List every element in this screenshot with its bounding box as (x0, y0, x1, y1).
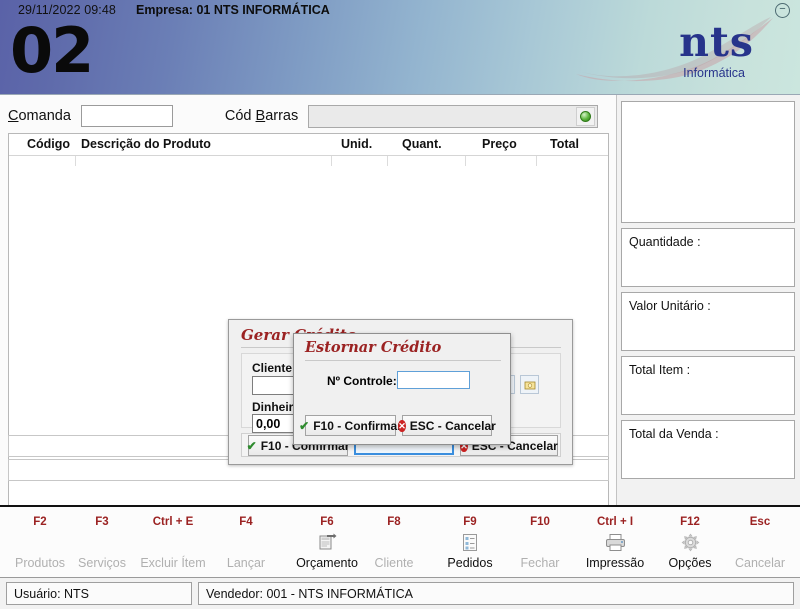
col-codigo: Código (27, 137, 71, 151)
fkey-cancelar-label: Cancelar (734, 556, 786, 570)
estornar-confirm-button[interactable]: ✔ F10 - Confirmar (299, 415, 402, 436)
items-grid-header: Código Descrição do Produto Unid. Quant.… (9, 134, 608, 156)
function-key-bar: F2 Produtos F3 Serviços Ctrl + E Excluir… (0, 505, 800, 578)
green-dot-glyph (580, 110, 592, 122)
quantidade-panel: Quantidade : (621, 228, 795, 287)
status-vendor: Vendedor: 001 - NTS INFORMÁTICA (198, 582, 794, 605)
printer-glyph (605, 533, 625, 551)
total-venda-panel: Total da Venda : (621, 420, 795, 479)
item-description-panel (621, 101, 795, 223)
quantidade-label: Quantidade : (629, 235, 701, 249)
fkey-cliente-label: Cliente (374, 556, 414, 570)
fkey-cancelar[interactable]: Esc Cancelar (722, 507, 798, 580)
fkey-lancar-key: F4 (239, 516, 253, 528)
printer-icon (573, 531, 657, 553)
col-quant: Quant. (402, 137, 442, 151)
barras-accel: B (255, 108, 266, 124)
fkey-excluir-item-icon (128, 531, 218, 553)
fkey-opcoes-key: F12 (680, 516, 700, 528)
document-out-glyph (319, 533, 336, 549)
status-user: Usuário: NTS (6, 582, 192, 605)
col-total: Total (550, 137, 579, 151)
status-bar: Usuário: NTS Vendedor: 001 - NTS INFORMÁ… (0, 578, 800, 609)
fkey-pedidos[interactable]: F9 Pedidos (432, 507, 508, 580)
main-area: Comanda Cód Barras Código Descrição do P… (0, 95, 800, 533)
gear-icon (652, 531, 728, 553)
grid-sep (465, 156, 466, 166)
estornar-confirm-label: F10 - Confirmar (313, 418, 402, 433)
total-venda-label: Total da Venda : (629, 427, 719, 441)
fkey-fechar[interactable]: F10 Fechar (502, 507, 578, 580)
terminal-number: 02 (10, 14, 94, 87)
cod-barras-label: Cód Barras (225, 108, 298, 124)
gear-glyph (681, 533, 699, 551)
fkey-impressao[interactable]: Ctrl + I Impressão (573, 507, 657, 580)
fkey-excluir-item[interactable]: Ctrl + E Excluir Ítem (128, 507, 218, 580)
estornar-cancel-button[interactable]: ✕ ESC - Cancelar (398, 415, 496, 436)
valor-unitario-label: Valor Unitário : (629, 299, 711, 313)
fkey-cancelar-icon (722, 531, 798, 553)
fkey-opcoes[interactable]: F12 Opções (652, 507, 728, 580)
logo-wordmark: nts (679, 18, 754, 66)
comanda-input[interactable] (80, 105, 173, 127)
list-glyph (462, 533, 477, 551)
num-controle-input[interactable] (397, 371, 470, 389)
total-item-label: Total Item : (629, 363, 691, 377)
comanda-label-rest: omanda (18, 108, 71, 124)
fkey-excluir-item-key: Ctrl + E (152, 516, 194, 528)
cod-barras-field[interactable] (308, 104, 599, 128)
grid-sep (387, 156, 388, 166)
list-icon (432, 531, 508, 553)
fkey-lancar[interactable]: F4 Lançar (208, 507, 284, 580)
barras-label-pre: Cód (224, 108, 256, 124)
check-icon: ✔ (246, 438, 257, 453)
fkey-cliente-key: F8 (387, 516, 401, 528)
comanda-accel: C (8, 108, 19, 124)
total-item-panel: Total Item : (621, 356, 795, 415)
totals-sidebar: Quantidade : Valor Unitário : Total Item… (617, 95, 800, 505)
fkey-excluir-item-label: Excluir Ítem (140, 556, 206, 570)
fkey-lancar-label: Lançar (226, 556, 266, 570)
comanda-label: Comanda (8, 108, 71, 124)
money-glyph (524, 381, 535, 389)
grid-sep (75, 156, 76, 166)
logo-subtext: Informática (683, 66, 745, 80)
fkey-fechar-icon (502, 531, 578, 553)
fkey-pedidos-key: F9 (463, 516, 477, 528)
grid-sep (536, 156, 537, 166)
cod-barras-input[interactable] (309, 105, 577, 127)
valor-unitario-panel: Valor Unitário : (621, 292, 795, 351)
minimize-glyph: − (779, 2, 786, 15)
fkey-impressao-key: Ctrl + I (596, 516, 634, 528)
col-descricao: Descrição do Produto (81, 137, 211, 151)
estornar-cancel-label: ESC - Cancelar (409, 418, 496, 433)
error-circle-icon: ✕ (398, 419, 406, 432)
barras-label-rest: arras (265, 108, 299, 124)
fkey-cliente[interactable]: F8 Cliente (356, 507, 432, 580)
check-icon: ✔ (299, 418, 310, 433)
fkey-opcoes-label: Opções (668, 556, 712, 570)
estornar-credito-dialog[interactable]: Estornar Crédito Nº Controle: ✔ F10 - Co… (293, 333, 511, 445)
cliente-label: Cliente (252, 361, 293, 375)
money-icon[interactable] (520, 375, 539, 394)
fkey-pedidos-label: Pedidos (447, 556, 493, 570)
estornar-credito-title: Estornar Crédito (305, 339, 442, 356)
app-header: 29/11/2022 09:48 Empresa: 01 NTS INFORMÁ… (0, 0, 800, 95)
fkey-cancelar-key: Esc (749, 516, 771, 528)
fkey-lancar-icon (208, 531, 284, 553)
fkey-fechar-key: F10 (530, 516, 550, 528)
search-green-icon[interactable] (576, 106, 596, 126)
col-unid: Unid. (341, 137, 373, 151)
estornar-credito-divider (305, 360, 501, 361)
col-preco: Preço (482, 137, 517, 151)
grid-sep (331, 156, 332, 166)
nts-logo: nts Informática (568, 16, 778, 88)
fkey-impressao-label: Impressão (585, 556, 645, 570)
entry-toolbar: Comanda Cód Barras (0, 99, 617, 133)
num-controle-label: Nº Controle: (327, 374, 397, 388)
fkey-fechar-label: Fechar (520, 556, 560, 570)
fkey-cliente-icon (356, 531, 432, 553)
header-company: Empresa: 01 NTS INFORMÁTICA (136, 3, 330, 17)
